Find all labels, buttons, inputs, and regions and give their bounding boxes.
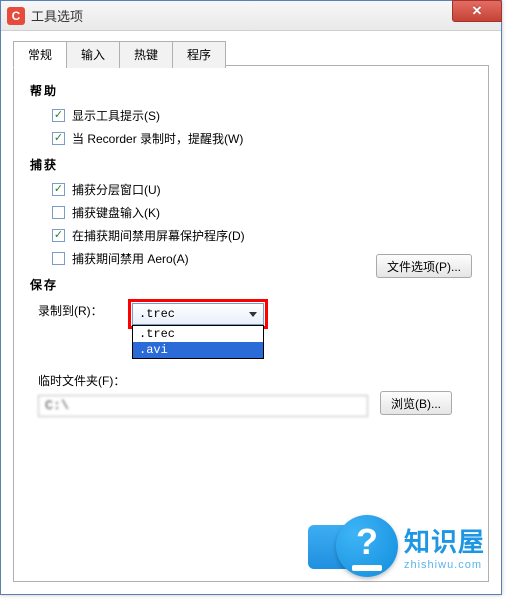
tab-hotkeys[interactable]: 热键: [119, 41, 173, 68]
checkbox-layered-windows[interactable]: [52, 183, 65, 196]
watermark-en: zhishiwu.com: [404, 559, 485, 571]
checkbox-show-tooltips[interactable]: [52, 109, 65, 122]
titlebar: C 工具选项 ✕: [1, 1, 501, 31]
checkbox-label: 显示工具提示(S): [72, 107, 160, 124]
checkbox-label: 捕获键盘输入(K): [72, 204, 160, 221]
tab-label: 程序: [187, 48, 211, 62]
checkbox-label: 在捕获期间禁用屏幕保护程序(D): [72, 227, 245, 244]
app-icon: C: [7, 7, 25, 25]
button-label: 文件选项(P)...: [387, 258, 461, 275]
combobox-option-trec[interactable]: .trec: [133, 326, 263, 342]
temp-folder-label: 临时文件夹(F)：: [38, 369, 128, 389]
section-title-help: 帮助: [30, 82, 472, 99]
file-options-button[interactable]: 文件选项(P)...: [376, 254, 472, 278]
window-title: 工具选项: [31, 6, 83, 25]
question-mark-icon: ?: [356, 521, 378, 563]
tabs: 常规 输入 热键 程序: [13, 41, 489, 68]
tab-label: 热键: [134, 48, 158, 62]
section-title-capture: 捕获: [30, 156, 472, 173]
temp-folder-row: 临时文件夹(F)：: [38, 369, 472, 389]
watermark-text: 知识屋 zhishiwu.com: [404, 522, 485, 571]
browse-button[interactable]: 浏览(B)...: [380, 391, 452, 415]
button-label: 浏览(B)...: [391, 395, 441, 412]
checkbox-row: 显示工具提示(S): [52, 105, 472, 125]
tab-label: 输入: [81, 48, 105, 62]
watermark-badge-icon: ?: [336, 515, 398, 577]
close-icon: ✕: [472, 3, 483, 19]
checkbox-row: 捕获键盘输入(K): [52, 202, 472, 222]
checkbox-row: 捕获分层窗口(U): [52, 179, 472, 199]
tab-label: 常规: [28, 48, 52, 62]
temp-folder-path-input[interactable]: [38, 395, 368, 417]
combobox-value: .trec: [139, 307, 175, 321]
tab-general[interactable]: 常规: [13, 41, 67, 68]
record-to-label: 录制到(R)：: [38, 299, 128, 319]
combobox-display[interactable]: .trec: [132, 303, 264, 325]
checkbox-label: 当 Recorder 录制时，提醒我(W): [72, 130, 243, 147]
tab-program[interactable]: 程序: [172, 41, 226, 68]
combobox-dropdown: .trec .avi: [132, 325, 264, 359]
checkbox-remind-recording[interactable]: [52, 132, 65, 145]
dialog-window: C 工具选项 ✕ 常规 输入 热键 程序 帮助 显示工具提示(S) 当 Reco…: [0, 0, 502, 595]
checkbox-row: 当 Recorder 录制时，提醒我(W): [52, 128, 472, 148]
watermark-zh: 知识屋: [404, 522, 485, 559]
checkbox-label: 捕获期间禁用 Aero(A): [72, 250, 189, 267]
chevron-down-icon: [249, 312, 257, 317]
section-title-save: 保存: [30, 276, 472, 293]
record-to-row: 录制到(R)： .trec .trec .avi: [38, 299, 472, 329]
checkbox-disable-screensaver[interactable]: [52, 229, 65, 242]
combobox-option-avi[interactable]: .avi: [133, 342, 263, 358]
watermark-overlay: ? 知识屋 zhishiwu.com: [336, 511, 515, 581]
dialog-body: 常规 输入 热键 程序 帮助 显示工具提示(S) 当 Recorder 录制时，…: [13, 41, 489, 582]
checkbox-label: 捕获分层窗口(U): [72, 181, 161, 198]
checkbox-disable-aero[interactable]: [52, 252, 65, 265]
close-button[interactable]: ✕: [452, 0, 502, 22]
highlight-annotation: .trec .trec .avi: [128, 299, 268, 329]
record-format-combobox[interactable]: .trec .trec .avi: [132, 303, 264, 325]
tab-input[interactable]: 输入: [66, 41, 120, 68]
checkbox-row: 在捕获期间禁用屏幕保护程序(D): [52, 225, 472, 245]
watermark-base-icon: [352, 565, 382, 571]
checkbox-keyboard-input[interactable]: [52, 206, 65, 219]
panel-general: 帮助 显示工具提示(S) 当 Recorder 录制时，提醒我(W) 捕获 捕获…: [13, 65, 489, 582]
